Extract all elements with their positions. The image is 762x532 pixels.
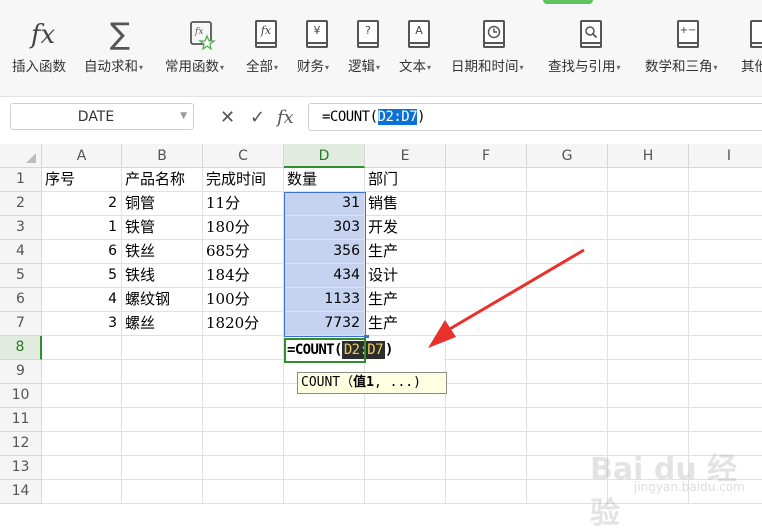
baidu-watermark: Bai du 经验 jingyan.baidu.com: [586, 430, 762, 531]
watermark-url: jingyan.baidu.com: [634, 480, 745, 494]
